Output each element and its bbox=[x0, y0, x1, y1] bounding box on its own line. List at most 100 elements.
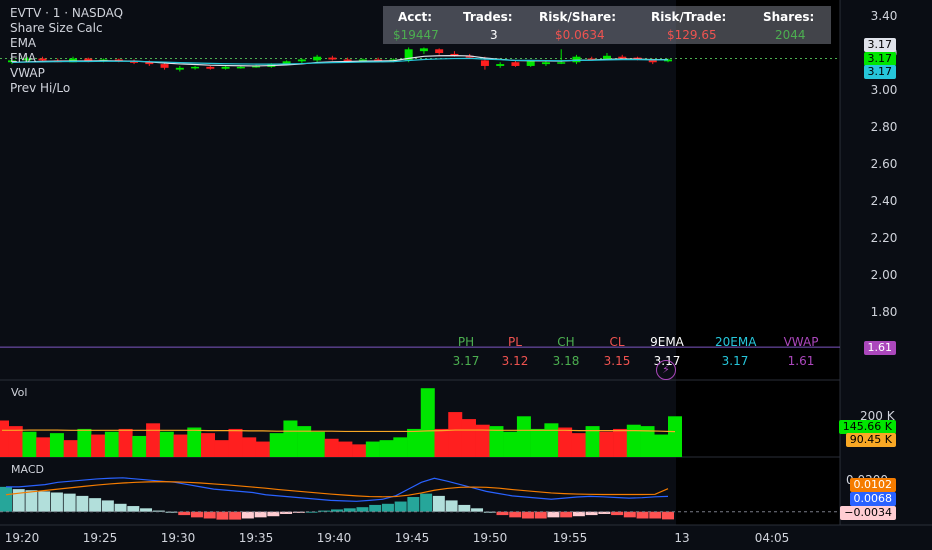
macd-histogram-bar bbox=[509, 511, 522, 518]
macd-histogram-bar bbox=[140, 508, 153, 512]
macd-histogram-bar bbox=[521, 511, 534, 519]
volume-bar bbox=[613, 428, 628, 457]
indicator-prev-hi-lo[interactable]: Prev Hi/Lo bbox=[10, 81, 123, 96]
indicator-ema-9[interactable]: EMA bbox=[10, 36, 123, 51]
hilo-value: 3.17 bbox=[721, 354, 749, 368]
time-tick-label: 19:35 bbox=[239, 531, 274, 545]
candle-body bbox=[526, 61, 535, 66]
time-tick-label: 19:40 bbox=[317, 531, 352, 545]
volume-pane-label[interactable]: Vol bbox=[11, 386, 27, 399]
macd-badge: −0.0034 bbox=[840, 506, 896, 520]
volume-bar bbox=[654, 434, 669, 457]
candle-body bbox=[297, 59, 306, 62]
macd-histogram-bar bbox=[471, 508, 484, 512]
volume-bar bbox=[132, 435, 147, 457]
volume-bar bbox=[118, 428, 133, 457]
volume-bar bbox=[77, 428, 92, 457]
volume-bar bbox=[448, 412, 463, 457]
macd-histogram-bar bbox=[38, 491, 51, 512]
macd-histogram-bar bbox=[254, 511, 267, 518]
macd-histogram-bar bbox=[190, 511, 203, 518]
symbol-line[interactable]: EVTV · 1 · NASDAQ bbox=[10, 6, 123, 21]
volume-bar bbox=[434, 428, 449, 457]
macd-histogram-bar bbox=[649, 511, 662, 519]
price-badge: 3.17 bbox=[863, 38, 896, 52]
macd-histogram-bar bbox=[76, 495, 89, 512]
risk-trade-header: Risk/Trade: bbox=[651, 10, 727, 24]
volume-badge: 90.45 K bbox=[845, 433, 896, 447]
macd-histogram-bar bbox=[216, 511, 229, 520]
hilo-value: 3.15 bbox=[603, 354, 631, 368]
macd-histogram-bar bbox=[241, 511, 254, 519]
chart-canvas[interactable]: 3.403.203.002.802.602.402.202.001.80200 … bbox=[0, 0, 932, 550]
candle-body bbox=[206, 66, 215, 69]
volume-bar bbox=[365, 441, 380, 457]
volume-bar bbox=[283, 420, 298, 457]
macd-histogram-bar bbox=[63, 493, 76, 512]
volume-bar bbox=[91, 434, 106, 457]
hilo-value: 3.17 bbox=[452, 354, 480, 368]
macd-histogram-bar bbox=[611, 511, 624, 516]
candle-body bbox=[541, 62, 550, 65]
macd-histogram-bar bbox=[394, 501, 407, 512]
macd-histogram-bar bbox=[178, 511, 191, 516]
volume-bar bbox=[63, 440, 78, 457]
volume-bar bbox=[173, 434, 188, 457]
macd-badge: 0.0068 bbox=[849, 492, 896, 506]
time-tick-label: 19:20 bbox=[5, 531, 40, 545]
trades-header: Trades: bbox=[463, 10, 513, 24]
macd-histogram-bar bbox=[662, 511, 674, 520]
volume-bar bbox=[49, 433, 64, 457]
time-tick-label: 19:50 bbox=[473, 531, 508, 545]
macd-histogram-bar bbox=[572, 511, 585, 517]
price-badge: 3.17 bbox=[863, 52, 896, 66]
macd-histogram-bar bbox=[127, 506, 140, 512]
volume-bar bbox=[338, 441, 353, 457]
macd-histogram-bar bbox=[407, 497, 420, 512]
indicator-ema-20[interactable]: EMA bbox=[10, 51, 123, 66]
volume-bar bbox=[516, 416, 531, 457]
candle-body bbox=[618, 56, 627, 59]
macd-histogram-bar bbox=[369, 504, 382, 512]
candle-body bbox=[572, 56, 581, 63]
macd-pane-label[interactable]: MACD bbox=[11, 463, 44, 476]
macd-histogram-bar bbox=[496, 511, 509, 516]
time-tick-label: 19:25 bbox=[83, 531, 118, 545]
candle-body bbox=[175, 67, 184, 70]
candle-body bbox=[435, 49, 444, 53]
time-tick-label: 19:55 bbox=[553, 531, 588, 545]
shares-value: 2044 bbox=[775, 28, 806, 42]
macd-histogram-bar bbox=[420, 493, 433, 512]
volume-bar bbox=[503, 431, 518, 457]
macd-histogram-bar bbox=[547, 511, 560, 518]
volume-bar bbox=[104, 431, 119, 457]
volume-bar bbox=[228, 428, 243, 457]
volume-bar bbox=[242, 437, 257, 457]
price-tick-label: 2.40 bbox=[871, 194, 898, 208]
acct-header: Acct: bbox=[398, 10, 433, 24]
macd-histogram-bar bbox=[560, 511, 573, 518]
volume-bar bbox=[324, 438, 339, 457]
macd-histogram-bar bbox=[534, 511, 547, 519]
indicator-share-size-calc[interactable]: Share Size Calc bbox=[10, 21, 123, 36]
chart-stage[interactable]: 3.403.203.002.802.602.402.202.001.80200 … bbox=[0, 0, 932, 550]
volume-bar bbox=[599, 431, 614, 457]
candle-body bbox=[160, 64, 169, 68]
macd-histogram-bar bbox=[432, 495, 445, 512]
shares-header: Shares: bbox=[763, 10, 815, 24]
price-tick-label: 2.20 bbox=[871, 231, 898, 245]
macd-histogram-bar bbox=[585, 511, 598, 516]
candle-body bbox=[328, 57, 337, 60]
volume-bar bbox=[201, 433, 216, 457]
macd-histogram-bar bbox=[343, 508, 356, 512]
volume-bar bbox=[269, 433, 284, 457]
time-tick-label: 04:05 bbox=[755, 531, 790, 545]
candle-body bbox=[419, 48, 428, 52]
hilo-label: 9EMA bbox=[650, 335, 684, 349]
replay-bolt-icon[interactable]: ⚡ bbox=[656, 360, 676, 380]
indicator-vwap[interactable]: VWAP bbox=[10, 66, 123, 81]
macd-histogram-bar bbox=[458, 504, 471, 512]
macd-histogram-bar bbox=[0, 486, 12, 512]
trades-value: 3 bbox=[490, 28, 498, 42]
hilo-label: PH bbox=[457, 335, 475, 349]
